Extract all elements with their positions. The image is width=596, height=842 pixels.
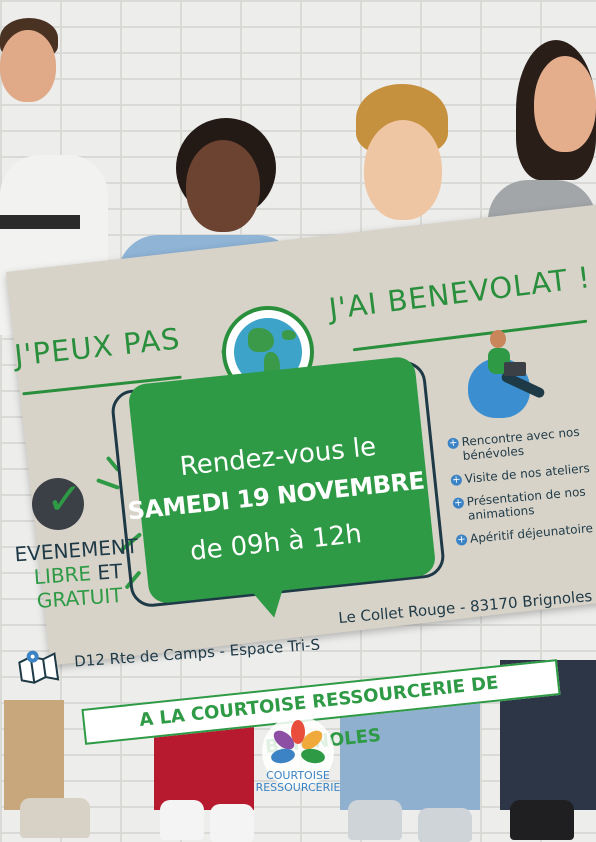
- plus-icon: +: [455, 533, 468, 546]
- plus-icon: +: [447, 437, 460, 450]
- word-et: ET: [96, 558, 123, 585]
- checkmark-icon: ✓: [46, 474, 83, 525]
- map-pin-icon: [16, 645, 61, 686]
- flyer: J'PEUX PAS J'AI BENEVOLAT ! ♡ ♡ Rendez-v…: [0, 0, 596, 842]
- plus-icon: +: [452, 497, 465, 510]
- logo-text: COURTOISE RESSOURCERIE: [255, 769, 341, 794]
- event-free-label: EVENEMENT LIBRE ET GRATUIT: [6, 533, 151, 615]
- plus-icon: +: [450, 474, 463, 487]
- activities-list: + Rencontre avec nos bénévoles + Visite …: [447, 424, 596, 556]
- list-item: + Visite de nos ateliers: [450, 461, 591, 487]
- list-item: + Présentation de nos animations: [452, 484, 587, 523]
- list-item: + Apéritif déjeunatoire: [455, 520, 594, 546]
